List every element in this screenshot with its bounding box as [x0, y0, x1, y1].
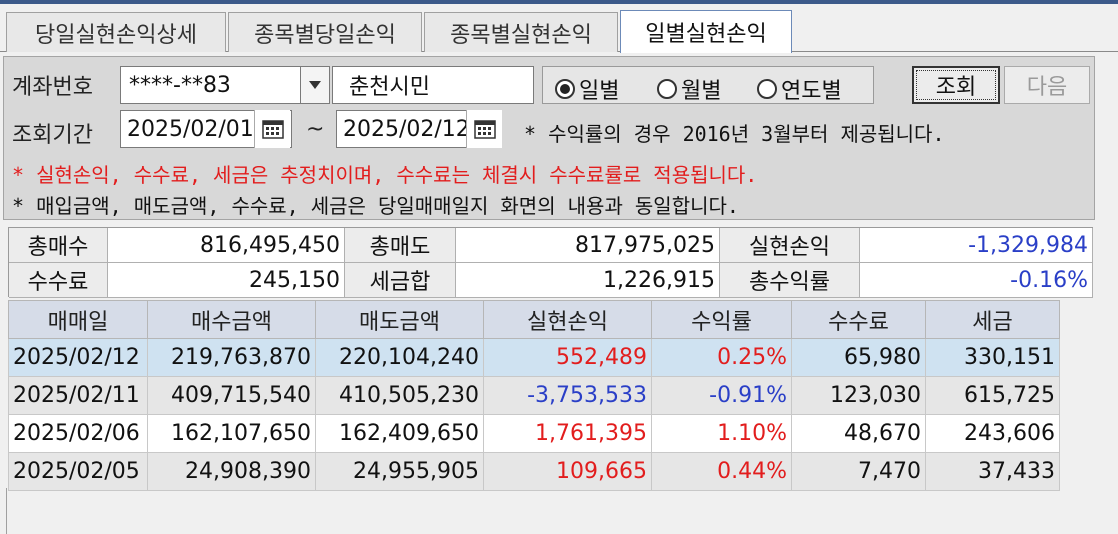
radio-yearly-label: 연도별 — [781, 79, 842, 104]
total-buy-label: 총매수 — [9, 228, 108, 263]
grid-left-border — [6, 488, 7, 534]
account-dropdown-button[interactable] — [300, 66, 330, 104]
tab-daily-realized-pnl[interactable]: 일별실현손익 — [620, 10, 792, 53]
chevron-down-icon — [309, 81, 321, 89]
radio-unselected-icon — [757, 79, 777, 99]
total-buy-value: 816,495,450 — [108, 228, 345, 263]
cell-sell: 24,955,905 — [315, 452, 484, 491]
radio-unselected-icon — [657, 79, 677, 99]
table-row[interactable]: 2025/02/06 162,107,650 162,409,650 1,761… — [8, 414, 1060, 453]
cell-fee: 65,980 — [791, 338, 926, 377]
journal-notice: * 매입금액, 매도금액, 수수료, 세금은 당일매매일지 화면의 내용과 동일… — [12, 194, 739, 218]
total-yield-value: -0.16% — [860, 263, 1093, 298]
query-form: 계좌번호 ****-**83 춘천시민 일별 월별 연도별 조회 다음 조회기간… — [3, 56, 1095, 220]
fee-value: 245,150 — [108, 263, 345, 298]
cell-date: 2025/02/12 — [8, 338, 148, 377]
col-header-fee[interactable]: 수수료 — [791, 300, 926, 339]
col-header-buy-amount[interactable]: 매수금액 — [147, 300, 316, 339]
cell-pnl: 1,761,395 — [483, 414, 652, 453]
cell-date: 2025/02/06 — [8, 414, 148, 453]
cell-date: 2025/02/11 — [8, 376, 148, 415]
window-top-border — [0, 0, 1118, 4]
tax-total-value: 1,226,915 — [456, 263, 720, 298]
radio-monthly[interactable]: 월별 — [657, 73, 721, 105]
cell-rate: 0.25% — [651, 338, 792, 377]
radio-selected-icon — [555, 79, 575, 99]
account-select[interactable]: ****-**83 — [120, 66, 302, 104]
cell-buy: 24,908,390 — [147, 452, 316, 491]
cell-sell: 410,505,230 — [315, 376, 484, 415]
total-sell-label: 총매도 — [345, 228, 456, 263]
cell-tax: 615,725 — [925, 376, 1060, 415]
total-yield-label: 총수익률 — [720, 263, 860, 298]
radio-daily[interactable]: 일별 — [555, 73, 619, 105]
cell-pnl: 552,489 — [483, 338, 652, 377]
cell-buy: 219,763,870 — [147, 338, 316, 377]
query-button[interactable]: 조회 — [912, 66, 1000, 104]
cell-buy: 162,107,650 — [147, 414, 316, 453]
cell-sell: 162,409,650 — [315, 414, 484, 453]
radio-yearly[interactable]: 연도별 — [757, 73, 842, 105]
grid-header-row: 매매일 매수금액 매도금액 실현손익 수익률 수수료 세금 — [8, 300, 1060, 339]
table-row[interactable]: 2025/02/11 409,715,540 410,505,230 -3,75… — [8, 376, 1060, 415]
col-header-realized-pnl[interactable]: 실현손익 — [483, 300, 652, 339]
cell-pnl: -3,753,533 — [483, 376, 652, 415]
account-name-field: 춘천시민 — [332, 66, 534, 104]
cell-date: 2025/02/05 — [8, 452, 148, 491]
tab-stock-realized-pnl[interactable]: 종목별실현손익 — [424, 12, 618, 52]
cell-pnl: 109,665 — [483, 452, 652, 491]
radio-monthly-label: 월별 — [681, 79, 722, 104]
cell-rate: 1.10% — [651, 414, 792, 453]
period-label: 조회기간 — [12, 123, 93, 148]
cell-tax: 37,433 — [925, 452, 1060, 491]
cell-sell: 220,104,240 — [315, 338, 484, 377]
calendar-icon — [473, 120, 496, 139]
account-label: 계좌번호 — [12, 75, 93, 100]
cell-tax: 243,606 — [925, 414, 1060, 453]
date-from-calendar-button[interactable] — [254, 110, 290, 148]
cell-tax: 330,151 — [925, 338, 1060, 377]
date-to-value: 2025/02/12 — [343, 116, 470, 142]
col-header-yield[interactable]: 수익률 — [651, 300, 792, 339]
table-row[interactable]: 2025/02/05 24,908,390 24,955,905 109,665… — [8, 452, 1060, 491]
cell-fee: 48,670 — [791, 414, 926, 453]
cell-fee: 7,470 — [791, 452, 926, 491]
table-row[interactable]: 2025/02/12 219,763,870 220,104,240 552,4… — [8, 338, 1060, 377]
tab-stock-daily-pnl[interactable]: 종목별당일손익 — [228, 12, 422, 52]
period-type-radiogroup: 일별 월별 연도별 — [542, 66, 874, 104]
realized-pnl-label: 실현손익 — [720, 228, 860, 263]
tab-bar: 당일실현손익상세 종목별당일손익 종목별실현손익 일별실현손익 — [0, 8, 1118, 53]
cell-fee: 123,030 — [791, 376, 926, 415]
cell-rate: -0.91% — [651, 376, 792, 415]
tax-total-label: 세금합 — [345, 263, 456, 298]
summary-panel: 총매수 816,495,450 총매도 817,975,025 실현손익 -1,… — [8, 227, 1093, 298]
yield-notice: * 수익률의 경우 2016년 3월부터 제공됩니다. — [524, 122, 945, 146]
estimate-notice: * 실현손익, 수수료, 세금은 추정치이며, 수수료는 체결시 수수료률로 적… — [12, 163, 758, 187]
tab-daily-realized-detail[interactable]: 당일실현손익상세 — [6, 12, 226, 52]
fee-label: 수수료 — [9, 263, 108, 298]
realized-pnl-value: -1,329,984 — [860, 228, 1093, 263]
calendar-icon — [261, 120, 284, 139]
cell-rate: 0.44% — [651, 452, 792, 491]
col-header-tax[interactable]: 세금 — [925, 300, 1060, 339]
col-header-sell-amount[interactable]: 매도금액 — [315, 300, 484, 339]
col-header-date[interactable]: 매매일 — [8, 300, 148, 339]
date-from-value: 2025/02/01 — [127, 116, 254, 142]
daily-pnl-grid: 매매일 매수금액 매도금액 실현손익 수익률 수수료 세금 2025/02/12… — [8, 300, 1060, 491]
radio-daily-label: 일별 — [579, 79, 620, 104]
total-sell-value: 817,975,025 — [456, 228, 720, 263]
next-button[interactable]: 다음 — [1004, 66, 1090, 104]
date-to-calendar-button[interactable] — [466, 110, 502, 148]
date-range-separator: ~ — [306, 117, 325, 142]
cell-buy: 409,715,540 — [147, 376, 316, 415]
